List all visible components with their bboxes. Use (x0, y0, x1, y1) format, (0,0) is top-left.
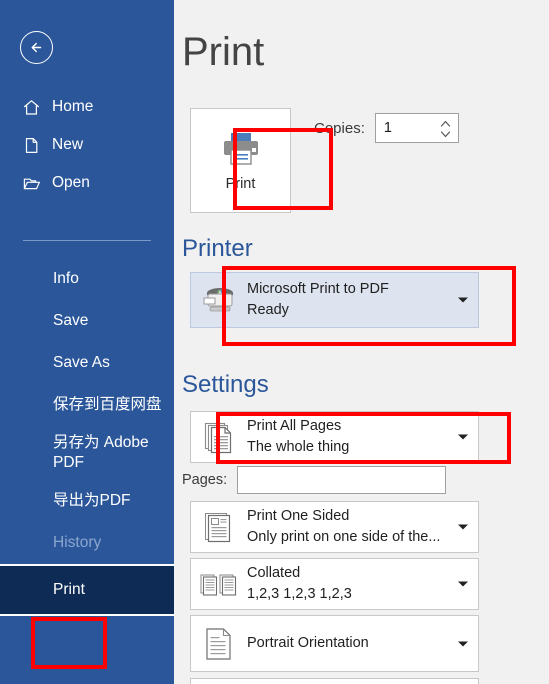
orientation-select[interactable]: Portrait Orientation (190, 615, 479, 672)
print-range-primary: Print All Pages (247, 417, 342, 434)
chevron-down-icon[interactable] (448, 296, 478, 304)
sidebar-item-new[interactable]: New (0, 126, 174, 164)
sidebar-item-label: New (52, 136, 84, 153)
printer-icon (218, 130, 264, 170)
sidebar-item-save-as-adobe-pdf[interactable]: 另存为 Adobe PDF (0, 426, 174, 480)
print-backstage-screen: Home New Open Info Save Save As 保存到百度网盘 … (0, 0, 549, 684)
sidebar-item-label: Home (52, 98, 94, 115)
portrait-icon (191, 626, 247, 662)
open-folder-icon (22, 174, 48, 193)
sidebar-item-save-as[interactable]: Save As (0, 342, 174, 384)
collation-select[interactable]: Collated 1,2,3 1,2,3 1,2,3 (190, 558, 479, 610)
chevron-down-icon[interactable] (448, 640, 478, 648)
copies-value: 1 (383, 120, 392, 136)
copies-row: Copies: 1 (314, 113, 459, 143)
settings-section-heading: Settings (182, 371, 269, 398)
chevron-down-icon[interactable] (448, 433, 478, 441)
chevron-down-icon[interactable] (448, 580, 478, 588)
sidebar-divider (23, 240, 151, 241)
print-range-secondary: The whole thing (247, 439, 350, 455)
printer-section-heading: Printer (182, 235, 253, 262)
collation-secondary: 1,2,3 1,2,3 1,2,3 (247, 586, 352, 602)
printer-device-icon (191, 285, 247, 315)
printer-status: Ready (247, 302, 289, 318)
print-range-select[interactable]: Print All Pages The whole thing (190, 411, 479, 463)
page-title: Print (182, 30, 265, 74)
one-sided-icon (191, 510, 247, 544)
back-arrow-icon[interactable] (20, 31, 53, 64)
sidebar-item-info[interactable]: Info (0, 258, 174, 300)
sidebar-item-home[interactable]: Home (0, 88, 174, 126)
copies-input-wrap[interactable]: 1 (374, 113, 459, 143)
all-pages-icon (191, 420, 247, 454)
sidebar-top-nav: Home New Open (0, 88, 174, 202)
printer-select[interactable]: Microsoft Print to PDF Ready (190, 272, 479, 328)
printer-select-text: Microsoft Print to PDF Ready (247, 279, 448, 321)
sidebar-item-label: 保存到百度网盘 (53, 396, 162, 414)
collation-text: Collated 1,2,3 1,2,3 1,2,3 (247, 563, 448, 605)
printer-name: Microsoft Print to PDF (247, 280, 389, 297)
home-icon (22, 98, 48, 117)
sidebar-nav-list: Info Save Save As 保存到百度网盘 另存为 Adobe PDF … (0, 258, 174, 616)
print-button[interactable]: Print (190, 108, 291, 213)
sidebar-item-print[interactable]: Print (0, 564, 174, 616)
spinner-updown-icon[interactable] (439, 116, 452, 142)
sidebar-item-label: Save As (53, 354, 110, 372)
new-document-icon (22, 136, 48, 155)
sidebar-item-save-to-baidu[interactable]: 保存到百度网盘 (0, 384, 174, 426)
sides-secondary: Only print on one side of the... (247, 529, 441, 545)
pages-label: Pages: (182, 472, 228, 488)
copies-label: Copies: (314, 119, 365, 137)
sidebar: Home New Open Info Save Save As 保存到百度网盘 … (0, 0, 174, 684)
sides-text: Print One Sided Only print on one side o… (247, 506, 448, 548)
sides-select[interactable]: Print One Sided Only print on one side o… (190, 501, 479, 553)
collation-primary: Collated (247, 564, 301, 581)
sidebar-item-open[interactable]: Open (0, 164, 174, 202)
sidebar-item-export-to-pdf[interactable]: 导出为PDF (0, 480, 174, 522)
next-setting-select-partial[interactable] (190, 678, 479, 684)
sidebar-item-label: Open (52, 174, 90, 191)
orientation-text: Portrait Orientation (247, 633, 448, 654)
pages-row: Pages: (182, 466, 447, 494)
print-range-text: Print All Pages The whole thing (247, 416, 448, 458)
sidebar-item-label: Save (53, 312, 89, 330)
collated-icon (191, 567, 247, 601)
sidebar-item-label: 导出为PDF (53, 492, 131, 510)
pages-input[interactable] (237, 466, 447, 494)
orientation-primary: Portrait Orientation (247, 634, 369, 651)
chevron-down-icon[interactable] (448, 523, 478, 531)
sidebar-item-label: Info (53, 270, 79, 288)
sidebar-item-history: History (0, 522, 174, 564)
sidebar-item-label: 另存为 Adobe PDF (53, 434, 149, 471)
sidebar-item-label: History (53, 534, 102, 552)
sides-primary: Print One Sided (247, 507, 350, 524)
print-button-label: Print (225, 175, 256, 192)
print-pane: Print Print Copies: 1 Printer Microsoft … (174, 0, 549, 684)
sidebar-item-label: Print (53, 581, 85, 599)
sidebar-item-save[interactable]: Save (0, 300, 174, 342)
